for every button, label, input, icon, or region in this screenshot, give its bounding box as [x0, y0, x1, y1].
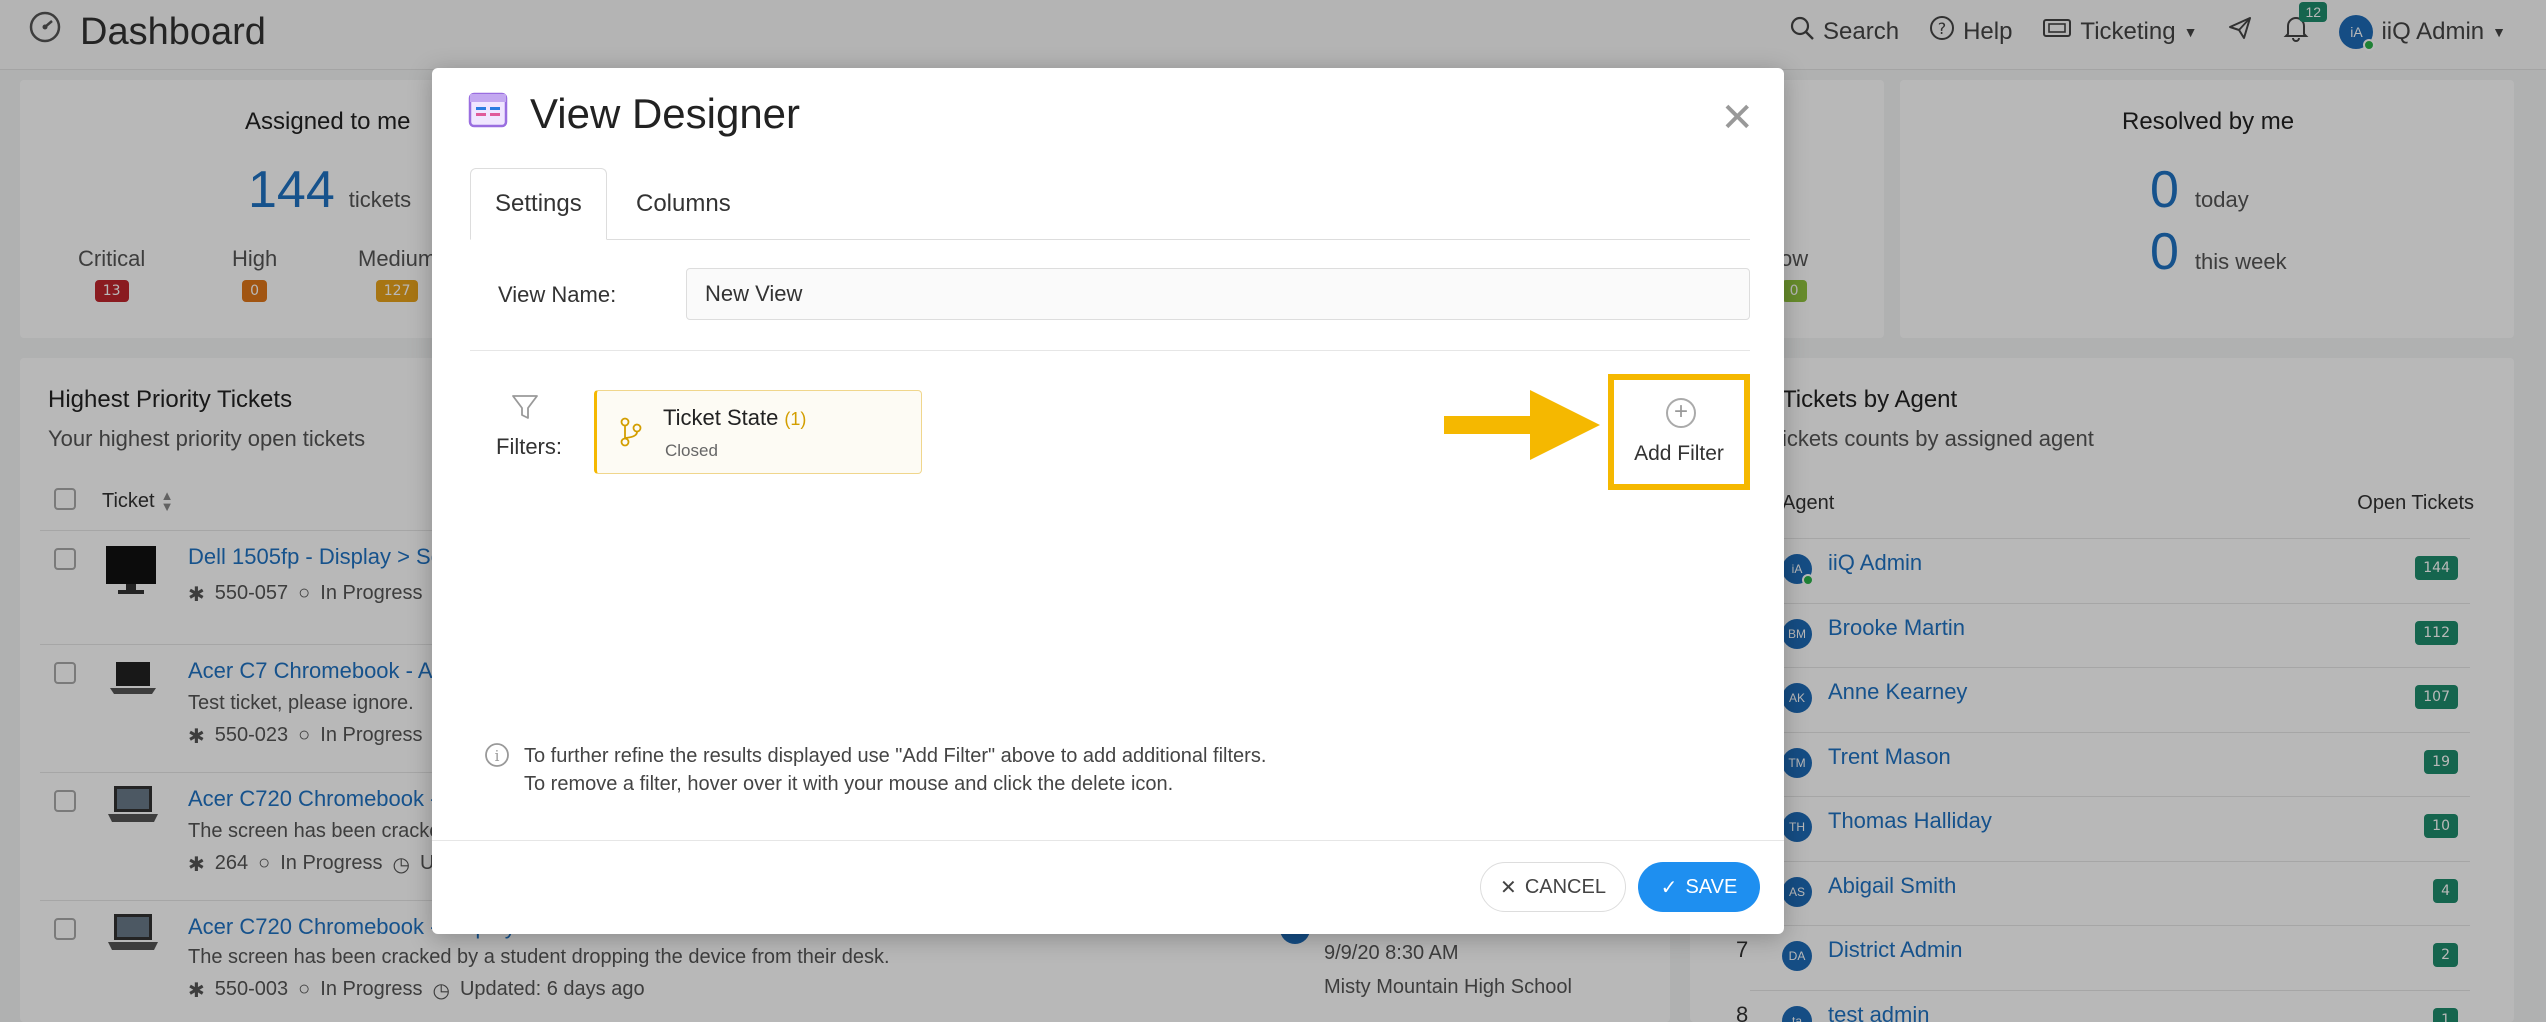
view-designer-modal: View Designer ✕ Settings Columns View Na… [432, 68, 1784, 934]
branch-icon [619, 417, 643, 452]
filter-funnel-icon [510, 392, 540, 427]
divider [470, 350, 1750, 351]
view-designer-icon [468, 90, 508, 138]
tab-settings[interactable]: Settings [470, 168, 607, 240]
help-text-block: To further refine the results displayed … [524, 742, 1266, 798]
filter-name: Ticket State [663, 405, 779, 430]
close-icon: ✕ [1500, 876, 1517, 899]
dashboard-page: Dashboard Search ? Help Ticketing ▼ 12 i… [0, 0, 2546, 1022]
add-filter-label: Add Filter [1634, 442, 1724, 465]
filters-label: Filters: [496, 434, 562, 459]
filter-chip-title: Ticket State (1) [663, 405, 806, 431]
cancel-label: CANCEL [1524, 875, 1606, 898]
modal-title: View Designer [530, 90, 801, 137]
add-filter-button[interactable]: + Add Filter [1608, 374, 1750, 490]
help-line-2: To remove a filter, hover over it with y… [524, 773, 1174, 795]
modal-tabs: Settings Columns [470, 168, 1750, 240]
filter-value: Closed [665, 441, 718, 460]
divider [432, 840, 1784, 841]
close-icon[interactable]: ✕ [1720, 98, 1754, 138]
cancel-button[interactable]: ✕ CANCEL [1480, 862, 1626, 912]
view-name-input[interactable] [686, 268, 1750, 320]
tab-columns[interactable]: Columns [612, 168, 755, 240]
plus-circle-icon: + [1666, 398, 1696, 428]
modal-header: View Designer [468, 90, 800, 138]
view-name-label: View Name: [498, 282, 617, 307]
help-line-1: To further refine the results displayed … [524, 745, 1267, 767]
filter-count: (1) [784, 409, 807, 429]
filter-help-text: i To further refine the results displaye… [484, 742, 1266, 798]
svg-text:i: i [495, 747, 500, 765]
checkmark-icon: ✓ [1660, 876, 1678, 899]
save-button[interactable]: ✓ SAVE [1638, 862, 1760, 912]
info-circle-icon: i [484, 742, 510, 798]
highlight-arrow-icon [1444, 388, 1604, 467]
save-label: SAVE [1685, 875, 1738, 898]
filter-chip-ticket-state[interactable]: Ticket State (1) Closed [594, 390, 922, 474]
